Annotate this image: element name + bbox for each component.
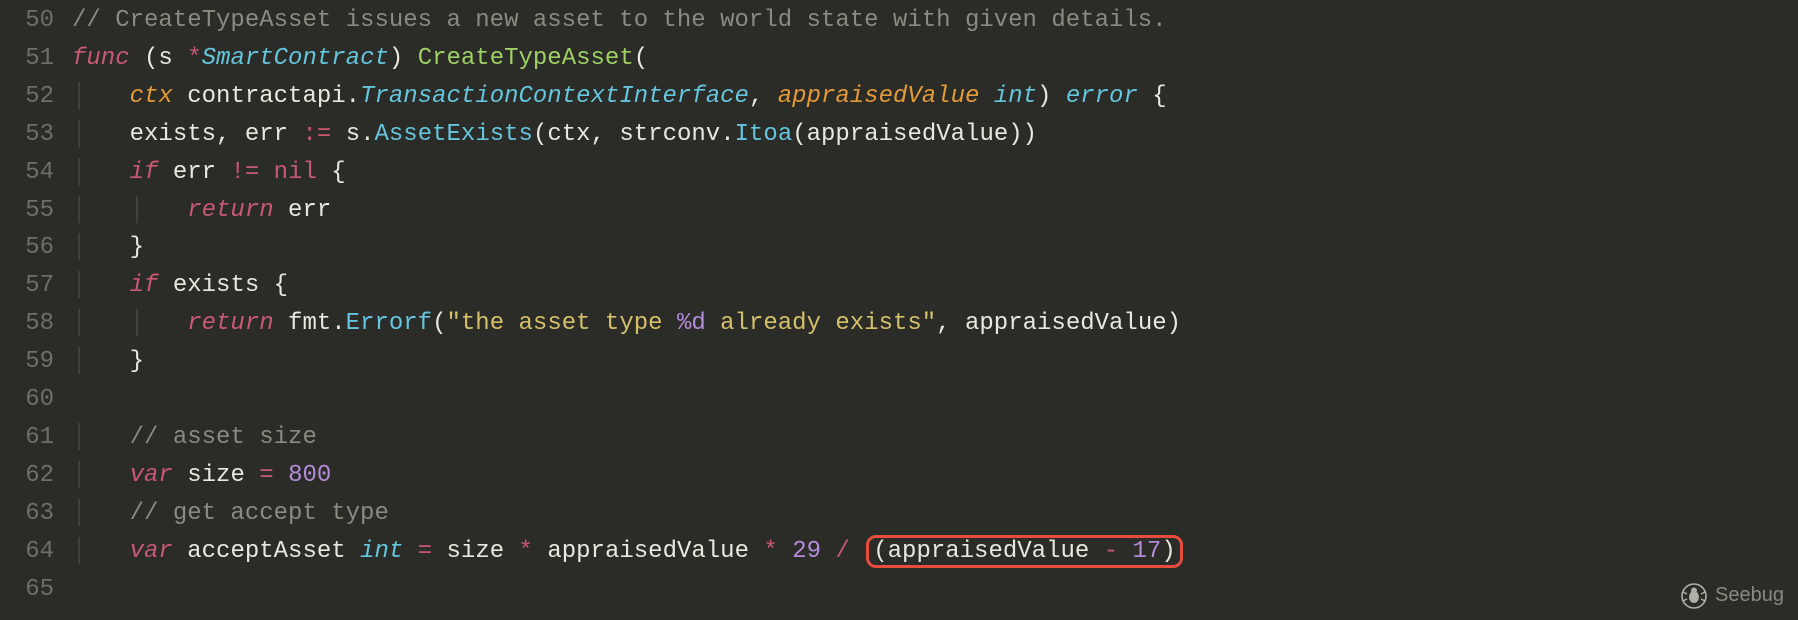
watermark-text: Seebug: [1715, 580, 1784, 612]
line-number: 54: [0, 154, 72, 192]
code-content: │ // get accept type: [72, 495, 1798, 533]
code-line[interactable]: 50 // CreateTypeAsset issues a new asset…: [0, 2, 1798, 40]
code-content: func (s *SmartContract) CreateTypeAsset(: [72, 40, 1798, 78]
line-number: 53: [0, 116, 72, 154]
code-line[interactable]: 56 │ }: [0, 229, 1798, 267]
code-content: // CreateTypeAsset issues a new asset to…: [72, 2, 1798, 40]
code-content: │ }: [72, 229, 1798, 267]
line-number: 50: [0, 2, 72, 40]
code-line[interactable]: 58 │ │ return fmt.Errorf("the asset type…: [0, 305, 1798, 343]
code-line[interactable]: 63 │ // get accept type: [0, 495, 1798, 533]
code-line[interactable]: 52 │ ctx contractapi.TransactionContextI…: [0, 78, 1798, 116]
code-content: │ if exists {: [72, 267, 1798, 305]
code-editor[interactable]: 50 // CreateTypeAsset issues a new asset…: [0, 0, 1798, 609]
code-content: │ ctx contractapi.TransactionContextInte…: [72, 78, 1798, 116]
line-number: 56: [0, 229, 72, 267]
watermark: Seebug: [1681, 580, 1784, 612]
line-number: 61: [0, 419, 72, 457]
code-line[interactable]: 51 func (s *SmartContract) CreateTypeAss…: [0, 40, 1798, 78]
code-line[interactable]: 60: [0, 381, 1798, 419]
code-line[interactable]: 57 │ if exists {: [0, 267, 1798, 305]
highlighted-expression: (appraisedValue - 17): [866, 535, 1182, 568]
line-number: 58: [0, 305, 72, 343]
code-content: │ }: [72, 343, 1798, 381]
code-content: │ var size = 800: [72, 457, 1798, 495]
bug-icon: [1681, 583, 1707, 609]
line-number: 63: [0, 495, 72, 533]
line-number: 62: [0, 457, 72, 495]
code-content: │ │ return fmt.Errorf("the asset type %d…: [72, 305, 1798, 343]
line-number: 55: [0, 192, 72, 230]
code-content: │ │ return err: [72, 192, 1798, 230]
line-number: 60: [0, 381, 72, 419]
line-number: 52: [0, 78, 72, 116]
code-line[interactable]: 65: [0, 571, 1798, 609]
code-content: │ if err != nil {: [72, 154, 1798, 192]
code-line[interactable]: 64 │ var acceptAsset int = size * apprai…: [0, 533, 1798, 571]
code-line[interactable]: 61 │ // asset size: [0, 419, 1798, 457]
code-content: │ exists, err := s.AssetExists(ctx, strc…: [72, 116, 1798, 154]
line-number: 59: [0, 343, 72, 381]
code-content: [72, 381, 1798, 419]
code-line[interactable]: 62 │ var size = 800: [0, 457, 1798, 495]
line-number: 64: [0, 533, 72, 571]
line-number: 57: [0, 267, 72, 305]
code-content: [72, 571, 1798, 609]
line-number: 65: [0, 571, 72, 609]
code-content: │ // asset size: [72, 419, 1798, 457]
code-line[interactable]: 55 │ │ return err: [0, 192, 1798, 230]
code-line[interactable]: 54 │ if err != nil {: [0, 154, 1798, 192]
code-content: │ var acceptAsset int = size * appraised…: [72, 533, 1798, 571]
code-line[interactable]: 53 │ exists, err := s.AssetExists(ctx, s…: [0, 116, 1798, 154]
code-line[interactable]: 59 │ }: [0, 343, 1798, 381]
line-number: 51: [0, 40, 72, 78]
